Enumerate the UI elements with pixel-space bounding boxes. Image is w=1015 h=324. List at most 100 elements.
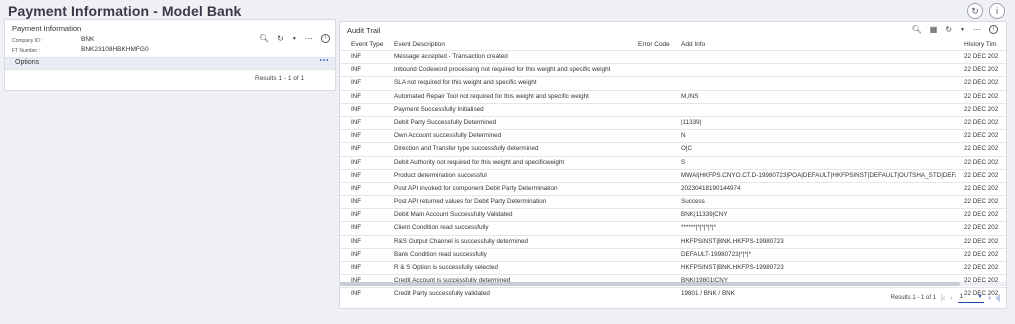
column-header-add-info[interactable]: Add Info [681, 41, 705, 48]
event-type-cell: INF [351, 237, 362, 245]
column-header-event-type[interactable]: Event Type [351, 41, 383, 48]
table-row[interactable]: INF Debit Party Successfully Determined |1… [340, 115, 1006, 129]
more-icon[interactable]: ⋯ [305, 34, 313, 43]
table-row[interactable]: INF Own Account successfully Determined N 2… [340, 129, 1006, 142]
event-description-cell: R & S Option is successfully selected [394, 264, 498, 271]
last-page-icon[interactable]: ›| [996, 295, 1000, 302]
event-type-cell: INF [351, 171, 362, 179]
event-type-cell: INF [351, 79, 362, 87]
table-row[interactable]: INF Payment Successfully Initialised 22 DE… [340, 102, 1006, 116]
search-icon[interactable]: 🔍︎ [259, 34, 269, 43]
event-description-cell: Post API invoked for component Debit Par… [394, 184, 558, 192]
event-description-cell: Debit Party Successfully Determined [394, 118, 497, 126]
event-description-cell: Credit Party successfully validated [394, 290, 490, 298]
history-time-cell: 22 DEC 202 [964, 184, 999, 192]
refresh-icon[interactable]: ↻ [967, 3, 983, 19]
event-description-cell: Client Condition read successfully [394, 224, 489, 232]
add-info-cell: N [681, 132, 686, 140]
add-info-cell: M,INS [681, 92, 699, 100]
results-count: Results 1 - 1 of 1 [255, 75, 305, 82]
history-time-cell: 22 DEC 202 [964, 92, 999, 100]
event-type-cell: INF [351, 158, 362, 166]
add-info-cell: HKFPSINST|BNK.HKFPS-19980723 [681, 264, 784, 271]
more-icon[interactable]: ⋯ [973, 25, 981, 34]
table-row[interactable]: INF Client Condition read successfully ***… [340, 221, 1006, 234]
table-row[interactable]: INF Post API invoked for component Debit … [340, 181, 1006, 195]
event-description-cell: Own Account successfully Determined [394, 132, 502, 140]
column-header-error-code[interactable]: Error Code [638, 41, 670, 48]
column-header-history-time[interactable]: History Tim [964, 41, 997, 48]
table-row[interactable]: INF Bank Condition read successfully DEFAU… [340, 247, 1006, 261]
table-row[interactable]: INF R & S Option is successfully selected… [340, 261, 1006, 274]
event-description-cell: Direction and Transfer type successfully… [394, 145, 539, 153]
audit-toolbar: 🔍︎ ▦ ↻ ▼ ⋯ i [912, 25, 998, 34]
more-icon[interactable]: ⋯ [319, 55, 329, 66]
history-time-cell: 22 DEC 202 [964, 66, 999, 74]
table-row[interactable]: INF Direction and Transfer type successfu… [340, 142, 1006, 155]
table-row[interactable]: INF Message accepted - Transaction create… [340, 50, 1006, 63]
history-time-cell: 22 DEC 202 [964, 171, 999, 179]
add-info-cell: MWAI|HKFPS.CNYO.CT.D-19980723|POA|DEFAUL… [681, 171, 956, 179]
chevron-down-icon[interactable]: ▼ [960, 27, 965, 33]
prev-page-icon[interactable]: ‹ [950, 295, 952, 302]
history-time-cell: 22 DEC 202 [964, 132, 999, 140]
next-page-icon[interactable]: › [989, 295, 991, 302]
add-info-cell: Success [681, 198, 705, 206]
event-type-cell: INF [351, 211, 362, 219]
table-row[interactable]: INF Debit Authority not required for this… [340, 155, 1006, 169]
table-row[interactable]: INF Product determination successful MWAI|… [340, 168, 1006, 182]
history-time-cell: 22 DEC 202 [964, 211, 999, 219]
panel-toolbar: 🔍︎ ↻ ▼ ⋯ i [259, 34, 330, 43]
audit-table-body: INF Message accepted - Transaction create… [340, 50, 1006, 301]
add-info-cell: HKFPSINST|BNK.HKFPS-19980723 [681, 237, 784, 245]
history-time-cell: 22 DEC 202 [964, 79, 999, 87]
history-time-cell: 22 DEC 202 [964, 145, 999, 153]
add-info-cell: |11339| [681, 118, 702, 126]
search-icon[interactable]: 🔍︎ [912, 25, 922, 34]
table-row[interactable]: INF Inbound Codeword processing not requi… [340, 63, 1006, 76]
pagination: Results 1 - 1 of 1 |‹ ‹ 1 ▼ › ›| [891, 293, 1000, 303]
event-type-cell: INF [351, 224, 362, 232]
table-row[interactable]: INF Debit Main Account Successfully Valid… [340, 208, 1006, 221]
horizontal-scrollbar[interactable] [340, 282, 960, 286]
event-type-cell: INF [351, 250, 362, 258]
event-description-cell: Automated Repair Tool not required for t… [394, 92, 589, 100]
event-type-cell: INF [351, 92, 362, 100]
event-description-cell: Inbound Codeword processing not required… [394, 66, 611, 74]
refresh-icon[interactable]: ↻ [945, 25, 952, 34]
chevron-down-icon[interactable]: ▼ [292, 36, 297, 42]
column-header-event-description[interactable]: Event Description [394, 41, 445, 48]
history-time-cell: 22 DEC 202 [964, 158, 999, 166]
event-type-cell: INF [351, 145, 362, 153]
company-id-label: Company ID : [12, 38, 43, 44]
event-type-cell: INF [351, 264, 362, 271]
history-time-cell: 22 DEC 202 [964, 264, 999, 271]
results-count: Results 1 - 1 of 1 [890, 295, 936, 301]
table-icon[interactable]: ▦ [930, 25, 938, 34]
info-icon[interactable]: i [320, 34, 330, 43]
options-bar[interactable]: Options ⋯ [5, 55, 335, 70]
history-time-cell: 22 DEC 202 [964, 53, 999, 60]
refresh-icon[interactable]: ↻ [277, 34, 284, 43]
table-row[interactable]: INF R&S Output Channel is successfully de… [340, 234, 1006, 248]
history-time-cell: 22 DEC 202 [964, 224, 999, 232]
page-number: 1 [959, 293, 964, 300]
event-type-cell: INF [351, 290, 362, 298]
add-info-cell: ******|*|*|*|*|* [681, 224, 717, 232]
event-type-cell: INF [351, 118, 362, 126]
event-description-cell: R&S Output Channel is successfully deter… [394, 237, 529, 245]
event-type-cell: INF [351, 53, 362, 60]
add-info-cell: S [681, 158, 686, 166]
table-row[interactable]: INF Automated Repair Tool not required fo… [340, 89, 1006, 103]
history-time-cell: 22 DEC 202 [964, 105, 999, 113]
info-icon[interactable]: i [989, 25, 998, 34]
table-row[interactable]: INF SLA not required for this weight and … [340, 76, 1006, 89]
info-icon[interactable]: i [989, 3, 1005, 19]
first-page-icon[interactable]: |‹ [941, 295, 945, 302]
event-type-cell: INF [351, 198, 362, 206]
page-select[interactable]: 1 ▼ [957, 293, 984, 303]
event-type-cell: INF [351, 66, 362, 74]
history-time-cell: 22 DEC 202 [964, 237, 999, 245]
event-description-cell: Message accepted - Transaction created [394, 53, 508, 60]
table-row[interactable]: INF Post API returned values for Debit Pa… [340, 195, 1006, 208]
